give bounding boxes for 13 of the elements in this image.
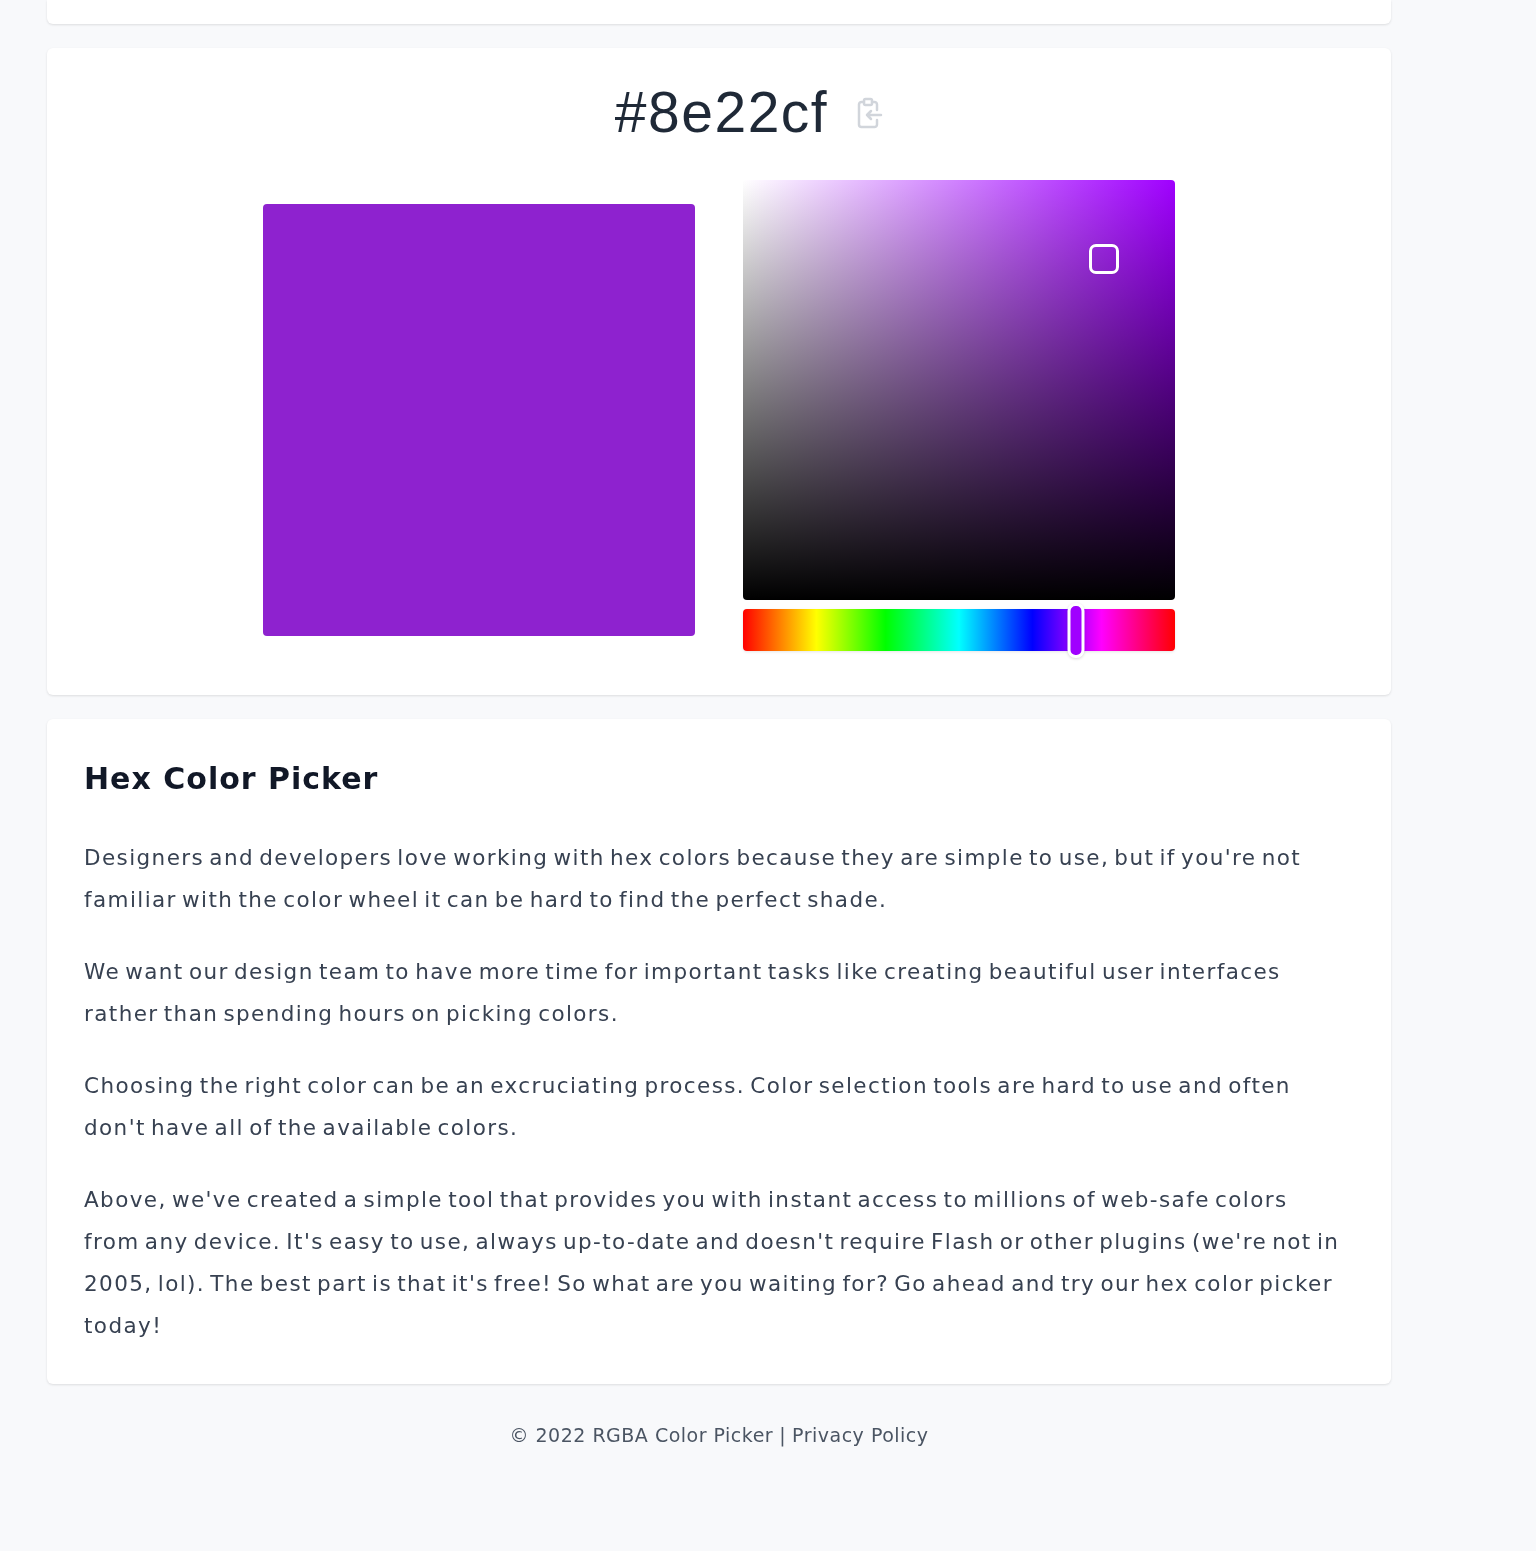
hex-value: #8e22cf	[614, 81, 829, 143]
clipboard-icon[interactable]	[856, 97, 884, 129]
saturation-field[interactable]	[743, 180, 1175, 600]
footer-separator: |	[779, 1423, 787, 1449]
article-heading: Hex Color Picker	[84, 760, 380, 798]
saturation-cursor[interactable]	[1089, 243, 1120, 274]
privacy-policy-link[interactable]: Privacy Policy	[792, 1421, 929, 1449]
article-paragraph: Designers and developers love working with hex colors because they are simple to use, but if you're not familiar with the color wheel it can be hard to find the perfect shade.	[84, 844, 1303, 914]
article-paragraph: Above, we've created a simple tool that provides you with instant access to millions of web-safe colors from any device. It's easy to use, always up-to-date and doesn't require Flash or other plugins (we're not in 2005, lol). The best part is that it's free! So what are you waiting for? Go ahead and try our hex color picker today!	[84, 1186, 1341, 1340]
copyright-text: © 2022 RGBA Color Picker	[509, 1423, 774, 1448]
article-paragraph: Choosing the right color can be an excruciating process. Color selection tools are hard to use and often don't have all of the available colors.	[84, 1072, 1292, 1142]
article-paragraph: We want our design team to have more time for important tasks like creating beautiful user interfaces rather than spending hours on picking colors.	[84, 958, 1282, 1028]
hue-slider-thumb[interactable]	[1067, 603, 1085, 658]
